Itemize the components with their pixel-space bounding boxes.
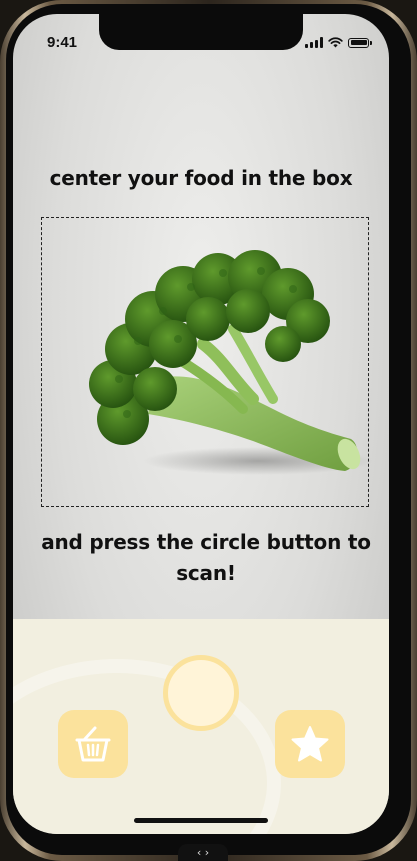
wifi-icon [328, 37, 343, 48]
signal-icon [305, 37, 323, 48]
basket-icon [75, 726, 111, 762]
battery-icon [348, 37, 372, 48]
broccoli-image [89, 250, 373, 475]
scan-button[interactable] [163, 655, 239, 731]
home-indicator[interactable] [134, 818, 268, 823]
favorites-button[interactable] [275, 710, 345, 778]
star-icon [291, 726, 329, 762]
chevron-handle-icon: ‹ › [178, 844, 228, 861]
app-screen: 9:41 center your food in the box and pre… [13, 14, 389, 834]
basket-button[interactable] [58, 710, 128, 778]
status-icons [305, 37, 372, 48]
instruction-bottom: and press the circle button to scan! [41, 530, 371, 585]
notch [99, 14, 303, 50]
instruction-top: center your food in the box [49, 166, 353, 190]
status-time: 9:41 [47, 34, 78, 51]
